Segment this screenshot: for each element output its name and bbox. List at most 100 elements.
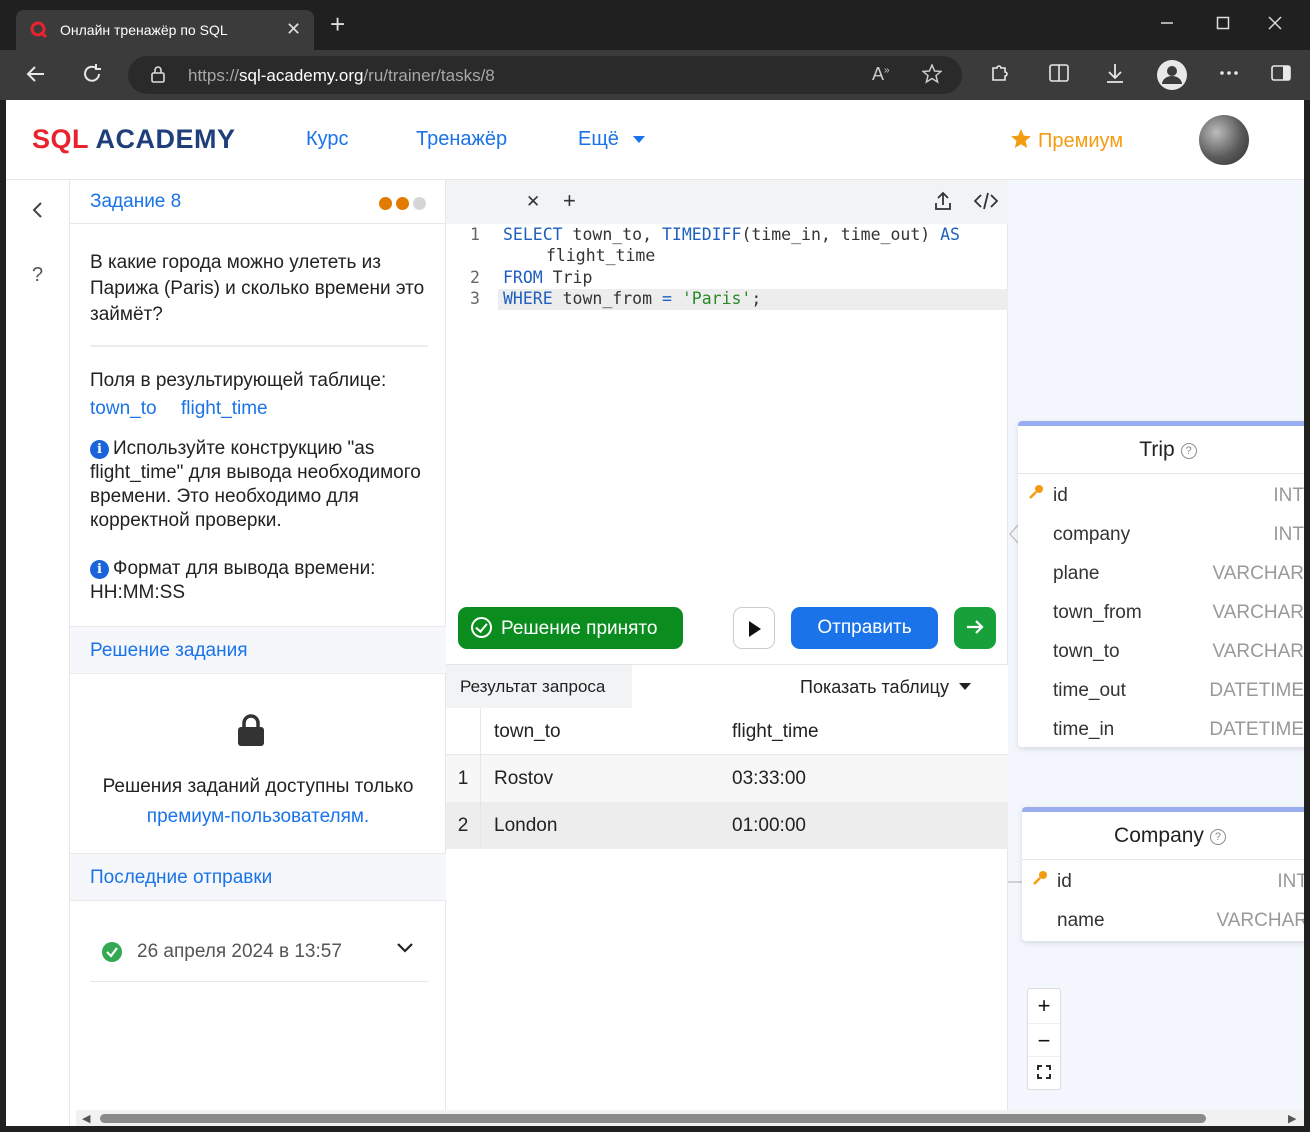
add-tab-button[interactable]: + xyxy=(563,188,576,214)
fields-label: Поля в результирующей таблице: xyxy=(90,370,387,391)
table-header-row: town_to flight_time xyxy=(446,708,1008,755)
premium-users-link[interactable]: премиум-пользователям. xyxy=(70,802,446,832)
submit-button[interactable]: Отправить xyxy=(791,607,938,649)
submission-item[interactable]: 26 апреля 2024 в 13:57 xyxy=(90,920,428,982)
table-row: 1 Rostov 03:33:00 xyxy=(446,755,1008,802)
share-icon[interactable] xyxy=(934,191,952,216)
favorite-star-icon[interactable] xyxy=(921,63,943,89)
back-arrow-icon[interactable] xyxy=(24,62,48,92)
chevron-left-icon[interactable] xyxy=(30,200,44,226)
code-line: SELECT town_to, TIMEDIFF(time_in, time_o… xyxy=(503,225,960,244)
code-line: FROM Trip xyxy=(503,268,593,287)
table-cell: 03:33:00 xyxy=(732,768,806,789)
scroll-left-icon[interactable]: ◀ xyxy=(82,1112,90,1125)
lock-icon xyxy=(238,714,264,746)
left-rail: ? xyxy=(6,180,70,1126)
code-embed-icon[interactable] xyxy=(973,191,999,216)
show-table-dropdown[interactable]: Показать таблицу xyxy=(800,677,971,698)
downloads-icon[interactable] xyxy=(1104,62,1126,90)
task-title: Задание 8 xyxy=(90,191,182,212)
hint-as: i Используйте конструкцию "as flight_time… xyxy=(90,438,421,531)
schema-diagram[interactable]: Trip? id INT company INT plane VARCHAR town… xyxy=(1008,180,1304,1126)
result-header: Результат запроса Показать таблицу xyxy=(446,664,1008,709)
url-text[interactable]: https://sql-academy.org/ru/trainer/tasks… xyxy=(188,66,495,86)
task-panel: Задание 8 В какие города можно улететь и… xyxy=(70,180,446,1126)
row-number: 2 xyxy=(446,802,481,849)
locked-message: Решения заданий доступны только премиум-… xyxy=(70,772,446,832)
submissions-section-header[interactable]: Последние отправки xyxy=(70,853,446,901)
help-icon[interactable]: ? xyxy=(32,264,43,287)
site-header: SQL ACADEMY Курс Тренажёр Ещё Премиум xyxy=(6,100,1304,180)
nav-trainer[interactable]: Тренажёр xyxy=(416,128,507,151)
extensions-icon[interactable] xyxy=(988,62,1010,90)
horizontal-scrollbar[interactable]: ◀ ▶ xyxy=(76,1110,1304,1126)
sql-editor-panel: ✕ + 1 SELECT town_to, TIMEDIFF(time_in, … xyxy=(446,180,1008,1126)
schema-column: company INT xyxy=(1053,524,1304,545)
schema-column: time_in DATETIME xyxy=(1053,719,1304,740)
schema-column: name VARCHAR xyxy=(1057,910,1304,931)
zoom-in-button[interactable]: + xyxy=(1028,989,1060,1022)
sidebar-toggle-icon[interactable] xyxy=(1270,62,1292,90)
profile-icon[interactable] xyxy=(1156,59,1188,97)
schema-table-title: Trip? xyxy=(1018,426,1304,474)
nav-course[interactable]: Курс xyxy=(306,128,349,151)
solution-accepted-button[interactable]: Решение принято xyxy=(458,607,683,649)
address-bar[interactable]: https://sql-academy.org/ru/trainer/tasks… xyxy=(128,56,962,94)
sql-academy-favicon xyxy=(30,21,48,39)
schema-column: plane VARCHAR xyxy=(1053,563,1304,584)
schema-column: town_to VARCHAR xyxy=(1053,641,1304,662)
user-avatar[interactable] xyxy=(1199,115,1249,165)
read-aloud-icon[interactable]: A» xyxy=(872,64,890,85)
info-icon: i xyxy=(90,440,109,459)
star-icon xyxy=(1011,129,1031,148)
difficulty-dot xyxy=(396,197,409,210)
table-cell: London xyxy=(494,815,558,836)
row-number: 1 xyxy=(446,755,481,802)
run-button[interactable] xyxy=(733,607,775,649)
premium-link[interactable]: Премиум xyxy=(1010,128,1123,153)
arrow-right-icon xyxy=(967,620,984,634)
nav-more[interactable]: Ещё xyxy=(578,128,646,151)
schema-table-title: Company? xyxy=(1022,812,1304,860)
browser-tab[interactable]: Онлайн тренажёр по SQL ✕ xyxy=(16,10,314,50)
zoom-out-button[interactable]: − xyxy=(1028,1023,1060,1056)
solution-section-header[interactable]: Решение задания xyxy=(70,626,446,674)
maximize-icon[interactable] xyxy=(1216,14,1230,35)
next-task-button[interactable] xyxy=(954,607,996,649)
check-circle-icon xyxy=(102,942,122,962)
scrollbar-thumb[interactable] xyxy=(100,1114,1206,1123)
browser-toolbar: https://sql-academy.org/ru/trainer/tasks… xyxy=(0,50,1310,100)
chevron-down-icon[interactable] xyxy=(396,941,414,959)
new-tab-button[interactable]: + xyxy=(330,11,345,37)
column-header: flight_time xyxy=(732,721,819,742)
schema-column: town_from VARCHAR xyxy=(1053,602,1304,623)
caret-down-icon xyxy=(633,136,646,143)
task-question: В какие города можно улететь из Парижа (… xyxy=(90,252,425,325)
key-icon xyxy=(1028,484,1044,505)
help-icon[interactable]: ? xyxy=(1180,443,1197,459)
hint-format: i Формат для вывода времени: HH:MM:SS xyxy=(90,558,376,603)
tab-close-icon[interactable]: ✕ xyxy=(286,19,301,40)
field-flight-time: flight_time xyxy=(181,398,268,419)
fit-view-icon[interactable] xyxy=(1028,1056,1060,1089)
scroll-right-icon[interactable]: ▶ xyxy=(1288,1112,1296,1125)
difficulty-dot xyxy=(413,197,426,210)
reload-icon[interactable] xyxy=(80,62,104,92)
close-editor-tab-icon[interactable]: ✕ xyxy=(526,192,540,212)
key-icon xyxy=(1032,870,1048,891)
help-icon[interactable]: ? xyxy=(1209,829,1226,845)
check-circle-icon xyxy=(471,617,492,638)
schema-column: id INT xyxy=(1022,862,1304,901)
schema-table-company[interactable]: Company? id INT name VARCHAR xyxy=(1022,807,1304,941)
result-tab[interactable]: Результат запроса xyxy=(446,665,632,709)
minimize-icon[interactable] xyxy=(1160,14,1174,35)
more-menu-icon[interactable] xyxy=(1218,62,1240,90)
table-cell: 01:00:00 xyxy=(732,815,806,836)
sql-academy-logo[interactable]: SQL ACADEMY xyxy=(32,124,236,155)
tab-title: Онлайн тренажёр по SQL xyxy=(60,22,228,38)
column-header: town_to xyxy=(494,721,561,742)
split-screen-icon[interactable] xyxy=(1048,62,1070,90)
schema-table-trip[interactable]: Trip? id INT company INT plane VARCHAR town… xyxy=(1018,421,1304,747)
schema-column: id INT xyxy=(1018,476,1304,515)
window-close-icon[interactable] xyxy=(1268,14,1282,35)
